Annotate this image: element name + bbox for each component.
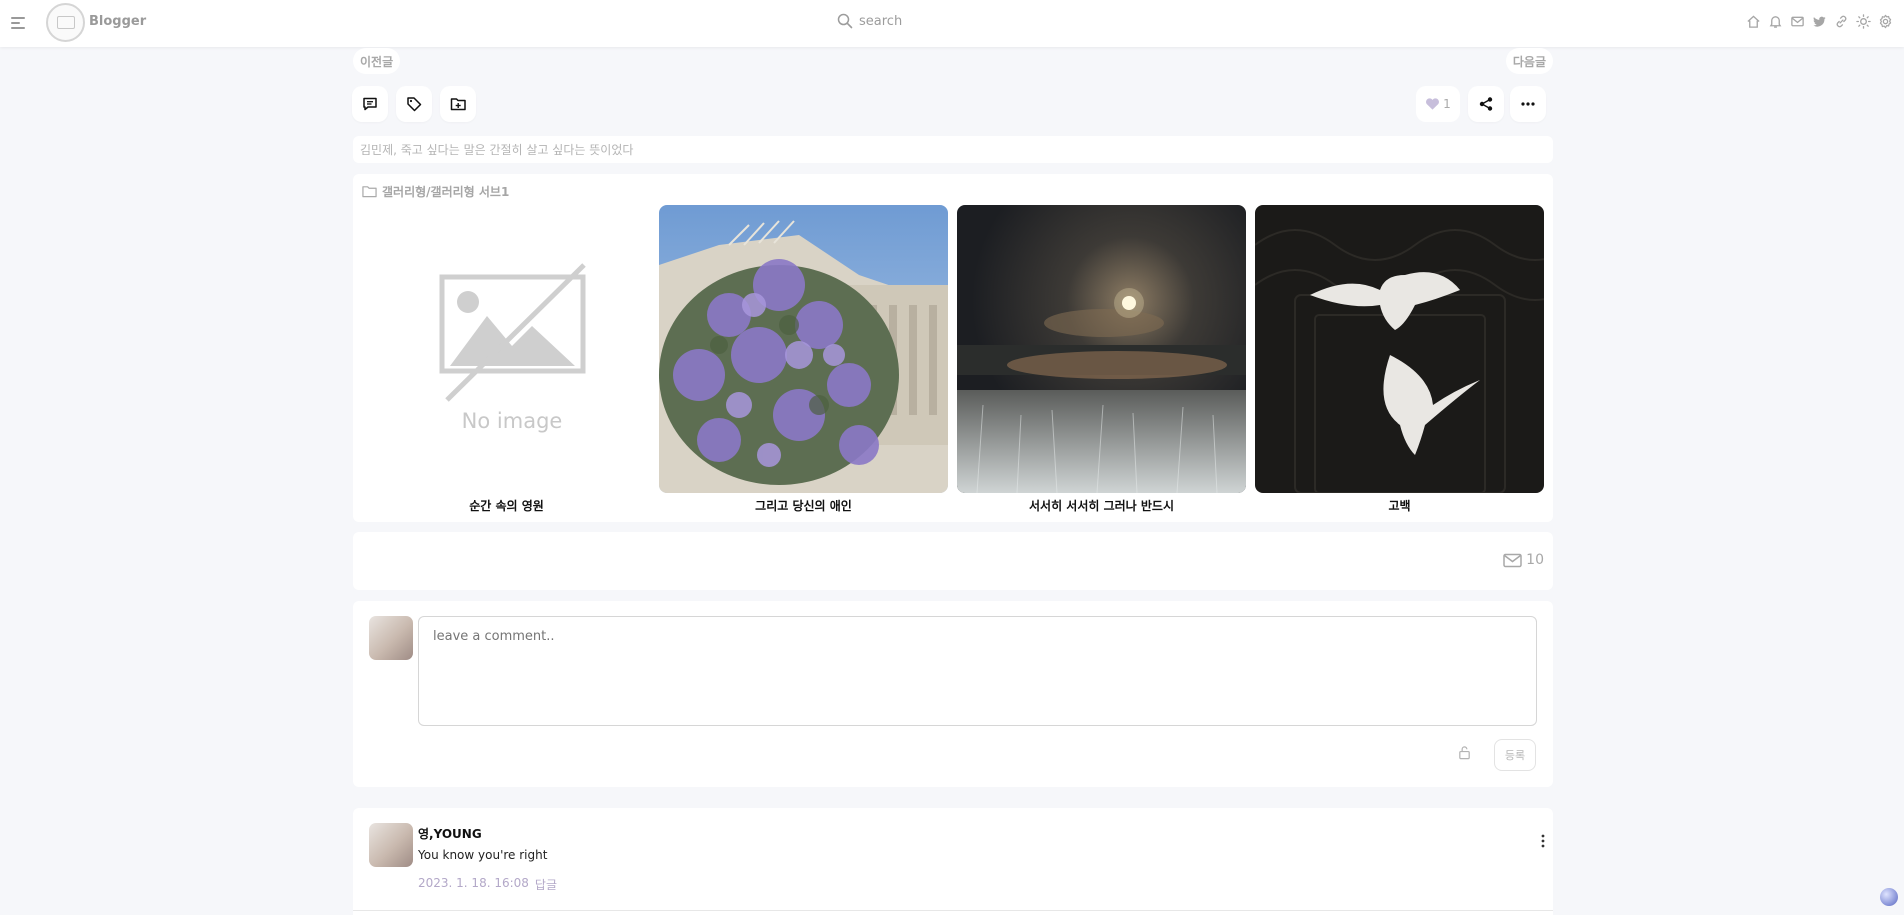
guestbook-bar: 10 (353, 532, 1553, 590)
floating-widget-icon[interactable] (1880, 888, 1898, 906)
moonlit-field-photo (957, 205, 1246, 493)
more-options-button[interactable] (1510, 86, 1546, 122)
home-icon[interactable] (1745, 13, 1761, 29)
menu-icon[interactable] (11, 17, 27, 30)
white-doves-photo (1255, 205, 1544, 493)
gallery-item-thumbnail[interactable]: No image (362, 205, 651, 493)
twitter-icon[interactable] (1811, 13, 1827, 29)
comment-form: 등록 (353, 601, 1553, 787)
next-post-button[interactable]: 다음글 (1505, 48, 1553, 74)
image-icon (56, 16, 75, 29)
gallery-item-caption[interactable]: 순간 속의 영원 (362, 497, 651, 514)
tag-icon (407, 97, 422, 112)
top-bar: Blogger search (0, 0, 1904, 47)
comment-text: You know you're right (418, 848, 548, 862)
mail-count-button[interactable]: 10 (1503, 552, 1544, 568)
post-tagline: 김민제, 죽고 싶다는 말은 간절히 살고 싶다는 뜻이었다 (353, 136, 1553, 163)
jacaranda-photo (659, 205, 948, 493)
gallery-section: 갤러리형/갤러리형 서브1 No image 순간 속의 영원 그리고 당신의 … (353, 174, 1553, 522)
comment-meta: 2023. 1. 18. 16:08 답글 (418, 876, 557, 893)
mail-icon (1503, 553, 1522, 567)
mail-icon[interactable] (1789, 13, 1805, 29)
gear-icon[interactable] (1877, 13, 1893, 29)
comment-icon (363, 97, 377, 111)
unlock-icon (1459, 746, 1470, 760)
search-bar[interactable]: search (837, 13, 902, 29)
blog-title[interactable]: Blogger (89, 14, 146, 29)
comment-date: 2023. 1. 18. 16:08 (418, 876, 529, 890)
gallery-item-thumbnail[interactable] (659, 205, 948, 493)
link-icon[interactable] (1833, 13, 1849, 29)
folder-icon (362, 186, 377, 198)
prev-post-button[interactable]: 이전글 (353, 48, 401, 74)
secret-toggle[interactable] (1457, 745, 1472, 764)
gallery-item-caption[interactable]: 그리고 당신의 애인 (659, 497, 948, 514)
kebab-icon (1541, 834, 1545, 848)
category-label: 갤러리형/갤러리형 서브1 (382, 185, 510, 199)
category-breadcrumb[interactable]: 갤러리형/갤러리형 서브1 (362, 183, 509, 200)
search-icon (837, 13, 853, 29)
submit-comment-button[interactable]: 등록 (1494, 739, 1536, 771)
gallery-item-caption[interactable]: 고백 (1255, 497, 1544, 514)
avatar[interactable] (369, 823, 413, 867)
bell-icon[interactable] (1767, 13, 1783, 29)
folder-plus-icon (450, 98, 466, 111)
like-count: 1 (1443, 97, 1451, 111)
search-input[interactable]: search (859, 14, 902, 29)
comment-button[interactable] (352, 86, 388, 122)
no-image-placeholder: No image (439, 263, 586, 433)
heart-icon (1426, 98, 1440, 110)
like-button[interactable]: 1 (1416, 86, 1460, 122)
mail-count: 10 (1526, 552, 1544, 568)
comment-options-button[interactable] (1541, 833, 1545, 852)
divider (353, 910, 1553, 911)
gallery-item-thumbnail[interactable] (1255, 205, 1544, 493)
add-to-folder-button[interactable] (440, 86, 476, 122)
reply-link[interactable]: 답글 (535, 876, 557, 893)
share-icon (1479, 97, 1493, 111)
share-button[interactable] (1468, 86, 1504, 122)
comment-list: 영,YOUNG You know you're right 2023. 1. 1… (353, 808, 1553, 915)
no-image-label: No image (462, 409, 563, 433)
gallery-item-caption[interactable]: 서서히 서서히 그러나 반드시 (957, 497, 1246, 514)
comment-author[interactable]: 영,YOUNG (418, 825, 482, 842)
sun-icon[interactable] (1855, 13, 1871, 29)
comment-input[interactable] (418, 616, 1537, 726)
ellipsis-icon (1521, 102, 1535, 106)
gallery-item-thumbnail[interactable] (957, 205, 1246, 493)
tag-button[interactable] (396, 86, 432, 122)
blog-logo[interactable] (46, 3, 85, 42)
avatar (369, 616, 413, 660)
